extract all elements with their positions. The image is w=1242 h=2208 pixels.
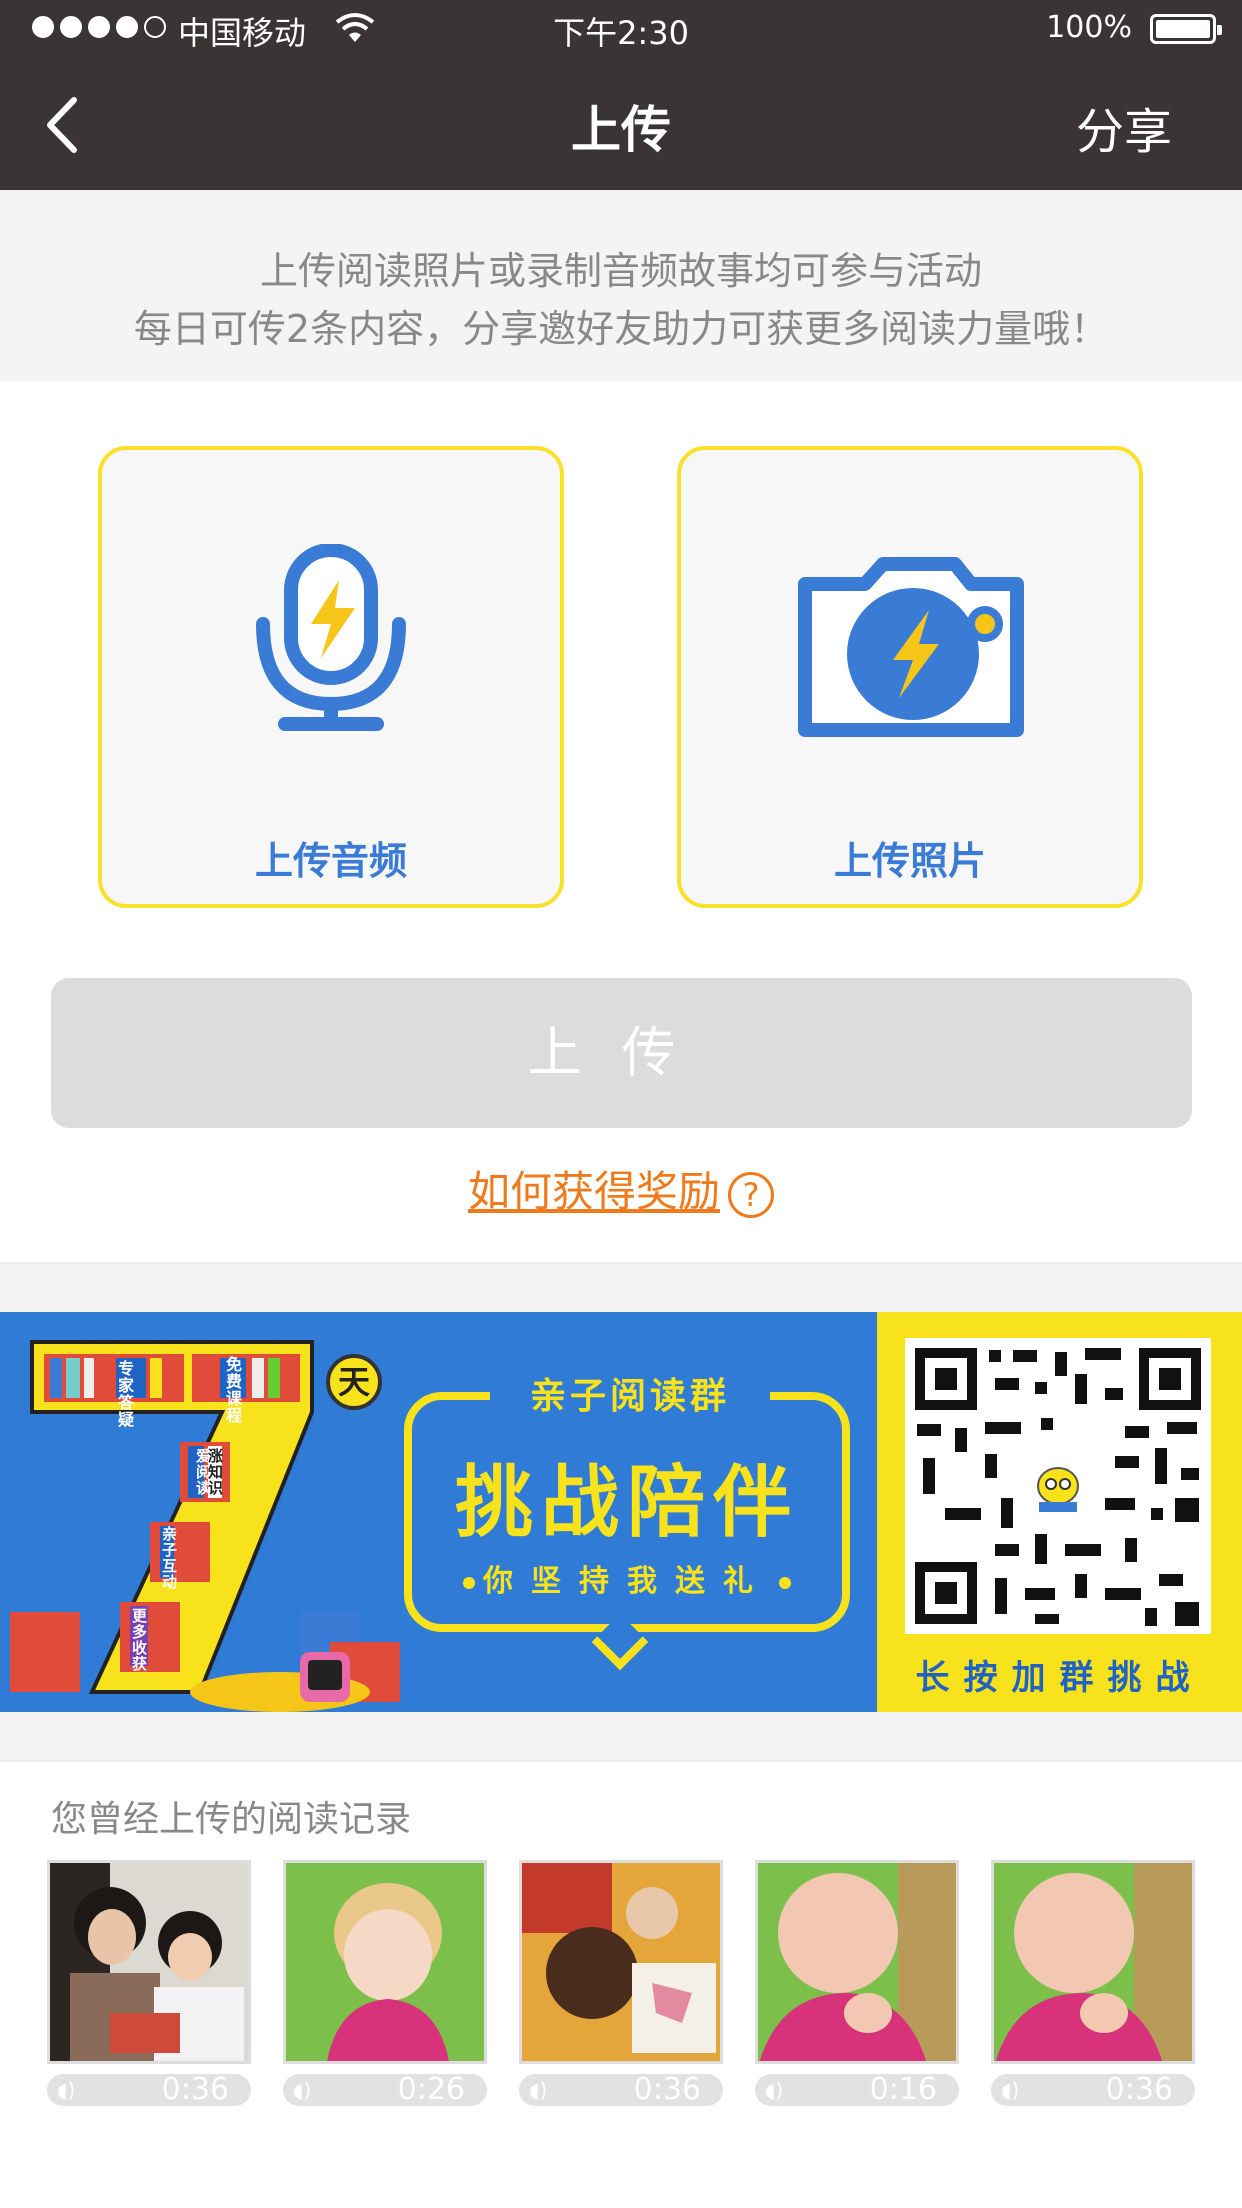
- duration-text: 0:26: [397, 2072, 465, 2107]
- audio-duration-pill: ◖) 0:26: [283, 2072, 487, 2107]
- banner-slogan: 你坚持我送礼: [404, 1556, 850, 1600]
- audio-duration-pill: ◖) 0:36: [47, 2072, 251, 2107]
- book-label-experts: 专家答疑: [118, 1359, 135, 1429]
- qr-center-logo: [1027, 1456, 1089, 1518]
- speaker-icon: ◖): [293, 2078, 312, 2102]
- history-photo: [283, 1860, 487, 2064]
- promo-banner[interactable]: 专家答疑 免费课程 爱阅读 涨知识 亲子互动 更多收获 天 亲子阅读群 挑战陪伴…: [0, 1312, 1242, 1712]
- qr-code[interactable]: [905, 1338, 1211, 1634]
- how-to-get-reward-link[interactable]: 如何获得奖励?: [0, 1158, 1242, 1219]
- speaker-icon: ◖): [765, 2078, 784, 2102]
- duration-text: 0:36: [1105, 2072, 1173, 2107]
- history-photo: [519, 1860, 723, 2064]
- history-item[interactable]: ◖) 0:36: [519, 1860, 723, 2107]
- section-divider: [0, 1262, 1242, 1312]
- status-bar: 中国移动 下午2:30 100%: [0, 0, 1242, 60]
- upload-photo-label: 上传照片: [833, 839, 986, 883]
- qr-caption: 长按加群挑战: [915, 1658, 1204, 1698]
- book-label-gains: 更多收获: [132, 1607, 148, 1673]
- duration-text: 0:36: [161, 2072, 229, 2107]
- upload-audio-card[interactable]: 上传音频: [98, 446, 564, 908]
- notice-line-2: 每日可传2条内容，分享邀好友助力可获更多阅读力量哦！: [133, 307, 1109, 351]
- history-photo: [991, 1860, 1195, 2064]
- history-photo: [755, 1860, 959, 2064]
- audio-duration-pill: ◖) 0:16: [755, 2072, 959, 2107]
- upload-button[interactable]: 上传: [51, 978, 1192, 1128]
- camera-icon: [681, 544, 1139, 744]
- help-icon: ?: [728, 1171, 774, 1218]
- reward-link-text[interactable]: 如何获得奖励: [468, 1167, 720, 1216]
- audio-duration-pill: ◖) 0:36: [991, 2072, 1195, 2107]
- speaker-icon: ◖): [1001, 2078, 1020, 2102]
- microphone-icon: [102, 544, 560, 734]
- history-list: ◖) 0:36 ◖) 0:26 ◖) 0:36 ◖) 0:16 ◖) 0:36: [47, 1860, 1197, 2110]
- banner-title: 挑战陪伴: [454, 1458, 799, 1548]
- book-label-interaction: 亲子互动: [162, 1525, 178, 1591]
- duration-text: 0:16: [869, 2072, 937, 2107]
- day-badge: 天: [326, 1354, 382, 1410]
- history-item[interactable]: ◖) 0:26: [283, 1860, 487, 2107]
- share-button[interactable]: 分享: [1076, 92, 1172, 162]
- qr-panel: 长按加群挑战: [877, 1312, 1242, 1712]
- audio-duration-pill: ◖) 0:36: [519, 2072, 723, 2107]
- history-item[interactable]: ◖) 0:36: [991, 1860, 1195, 2107]
- history-title: 您曾经上传的阅读记录: [51, 1799, 412, 1840]
- banner-subtitle: 亲子阅读群: [490, 1372, 770, 1422]
- banner-slogan-text: 你坚持我送礼: [483, 1564, 771, 1599]
- history-item[interactable]: ◖) 0:36: [47, 1860, 251, 2107]
- book-label-knowledge: 涨知识: [208, 1447, 224, 1497]
- upload-photo-card[interactable]: 上传照片: [677, 446, 1143, 908]
- page-title: 上传: [571, 101, 671, 159]
- book-label-free-course: 免费课程: [226, 1355, 243, 1425]
- battery-percent: 100%: [1046, 10, 1132, 45]
- history-item[interactable]: ◖) 0:16: [755, 1860, 959, 2107]
- history-photo: [47, 1860, 251, 2064]
- mascot-icon: [1037, 1467, 1079, 1512]
- activity-notice: 上传阅读照片或录制音频故事均可参与活动 每日可传2条内容，分享邀好友助力可获更多…: [0, 190, 1242, 382]
- speaker-icon: ◖): [529, 2078, 548, 2102]
- upload-audio-label: 上传音频: [254, 839, 407, 883]
- duration-text: 0:36: [633, 2072, 701, 2107]
- notice-line-1: 上传阅读照片或录制音频故事均可参与活动: [259, 249, 982, 293]
- section-divider: [0, 1712, 1242, 1762]
- battery-icon: [1150, 14, 1222, 44]
- top-bar: 中国移动 下午2:30 100% 上传 分享: [0, 0, 1242, 190]
- speaker-icon: ◖): [57, 2078, 76, 2102]
